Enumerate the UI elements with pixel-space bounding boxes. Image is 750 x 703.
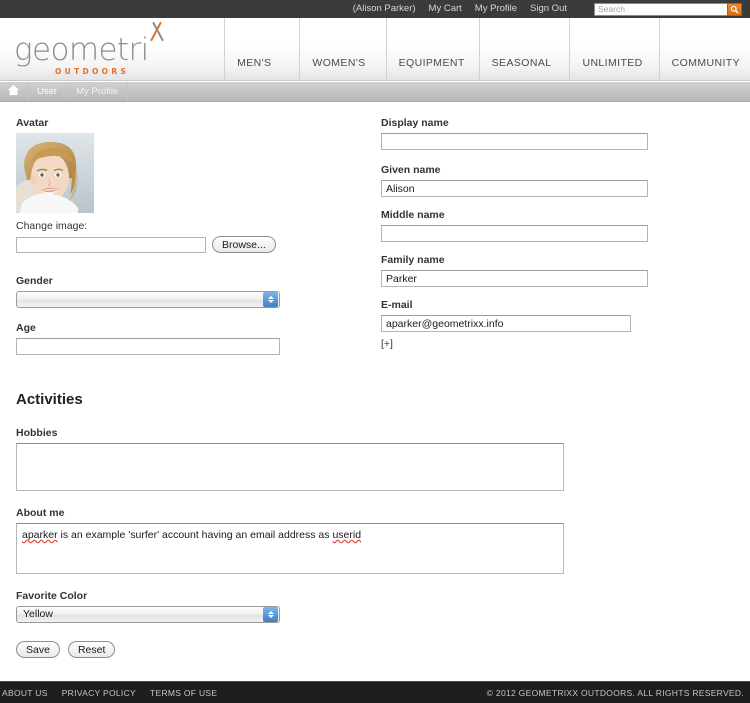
main-navigation: MEN'S WOMEN'S EQUIPMENT SEASONAL UNLIMIT… — [224, 18, 750, 81]
given-name-input[interactable] — [381, 180, 648, 197]
top-utility-bar: (Alison Parker) My Cart My Profile Sign … — [0, 0, 750, 18]
breadcrumb: User My Profile — [0, 82, 750, 102]
about-me-text-body: is an example 'surfer' account having an… — [57, 529, 333, 541]
search-button[interactable] — [727, 2, 742, 16]
nav-item-mens[interactable]: MEN'S — [224, 18, 299, 81]
brand-logo-x-mark — [149, 21, 168, 60]
given-name-label: Given name — [381, 164, 441, 176]
change-image-label: Change image: — [16, 220, 88, 232]
form-actions: Save Reset — [16, 641, 116, 658]
gender-field: Gender — [16, 275, 281, 308]
breadcrumb-home-button[interactable] — [0, 82, 28, 101]
current-user-label[interactable]: (Alison Parker) — [353, 4, 416, 14]
email-field: E-mail [+] — [381, 299, 651, 352]
footer-link-about-us[interactable]: ABOUT US — [2, 688, 48, 698]
age-input[interactable] — [16, 338, 280, 355]
favorite-color-field: Favorite Color Yellow — [16, 590, 281, 623]
display-name-input[interactable] — [381, 133, 648, 150]
avatar-field: Avatar Change image: Browse... — [16, 117, 281, 253]
avatar — [16, 133, 94, 213]
magnifier-icon — [730, 5, 739, 14]
family-name-input[interactable] — [381, 270, 648, 287]
middle-name-label: Middle name — [381, 209, 445, 221]
search-input[interactable] — [594, 2, 727, 16]
site-footer: ABOUT US PRIVACY POLICY TERMS OF USE © 2… — [0, 681, 750, 703]
activities-heading: Activities — [16, 391, 83, 408]
nav-label: COMMUNITY — [671, 57, 740, 69]
hobbies-label: Hobbies — [16, 427, 58, 439]
nav-label: EQUIPMENT — [398, 57, 465, 69]
sign-out-link[interactable]: Sign Out — [530, 4, 567, 14]
nav-item-seasonal[interactable]: SEASONAL — [478, 18, 570, 81]
nav-item-unlimited[interactable]: UNLIMITED — [569, 18, 658, 81]
footer-copyright: © 2012 GEOMETRIXX OUTDOORS. ALL RIGHTS R… — [486, 687, 744, 698]
reset-button[interactable]: Reset — [67, 641, 116, 658]
footer-links: ABOUT US PRIVACY POLICY TERMS OF USE — [0, 688, 217, 698]
search-box — [594, 2, 742, 16]
footer-link-terms-of-use[interactable]: TERMS OF USE — [150, 688, 217, 698]
form-left-column: Avatar Change image: Browse... Gender Ag… — [16, 117, 281, 369]
middle-name-field: Middle name — [381, 209, 651, 242]
add-email-link[interactable]: [+] — [381, 338, 393, 350]
nav-label: WOMEN'S — [312, 57, 366, 69]
breadcrumb-item-my-profile[interactable]: My Profile — [67, 82, 129, 101]
page-root: (Alison Parker) My Cart My Profile Sign … — [0, 0, 750, 703]
middle-name-input[interactable] — [381, 225, 648, 242]
brand-logo-wordmark: geometri — [14, 21, 174, 68]
save-button[interactable]: Save — [16, 641, 60, 658]
gender-label: Gender — [16, 275, 53, 287]
gender-select[interactable] — [16, 291, 280, 308]
about-me-text-userword: aparker — [22, 529, 58, 541]
brand-tagline: OUTDOORS — [55, 67, 130, 76]
email-label: E-mail — [381, 299, 413, 311]
hobbies-textarea[interactable] — [16, 443, 564, 491]
stepper-arrows-icon[interactable] — [263, 607, 278, 622]
nav-item-community[interactable]: COMMUNITY — [658, 18, 750, 81]
breadcrumb-item-user[interactable]: User — [28, 82, 68, 101]
about-me-field: About me aparker is an example 'surfer' … — [16, 507, 564, 574]
file-upload-row: Browse... — [16, 236, 281, 253]
my-profile-link[interactable]: My Profile — [475, 4, 517, 14]
nav-item-equipment[interactable]: EQUIPMENT — [385, 18, 479, 81]
email-input[interactable] — [381, 315, 631, 332]
favorite-color-label: Favorite Color — [16, 590, 88, 602]
given-name-field: Given name — [381, 164, 651, 197]
display-name-field: Display name — [381, 117, 651, 150]
form-right-column: Display name Given name Middle name Fami… — [381, 117, 651, 352]
profile-form: Avatar Change image: Browse... Gender Ag… — [0, 103, 750, 681]
favorite-color-select-value: Yellow — [23, 608, 53, 620]
footer-link-privacy-policy[interactable]: PRIVACY POLICY — [62, 688, 136, 698]
nav-label: SEASONAL — [491, 57, 552, 69]
top-utility-links: (Alison Parker) My Cart My Profile Sign … — [353, 2, 742, 16]
avatar-file-input[interactable] — [16, 236, 206, 253]
my-cart-link[interactable]: My Cart — [429, 4, 462, 14]
browse-button[interactable]: Browse... — [212, 236, 276, 253]
family-name-label: Family name — [381, 254, 445, 266]
about-me-text-useridword: userid — [332, 529, 362, 541]
brand-logo[interactable]: geometri OUTDOORS — [14, 21, 174, 76]
brand-name-text: geometri — [14, 32, 149, 68]
avatar-label: Avatar — [16, 117, 49, 129]
nav-label: MEN'S — [237, 57, 272, 69]
about-me-label: About me — [16, 507, 65, 519]
age-field: Age — [16, 322, 281, 355]
age-label: Age — [16, 322, 36, 334]
favorite-color-select[interactable]: Yellow — [16, 606, 280, 623]
nav-item-womens[interactable]: WOMEN'S — [299, 18, 385, 81]
site-header: geometri OUTDOORS MEN'S WOMEN'S EQUIPMEN… — [0, 18, 750, 81]
home-icon — [7, 83, 20, 101]
stepper-arrows-icon[interactable] — [263, 292, 278, 307]
nav-label: UNLIMITED — [582, 57, 643, 69]
hobbies-field: Hobbies — [16, 427, 564, 491]
about-me-textarea[interactable]: aparker is an example 'surfer' account h… — [16, 523, 564, 574]
family-name-field: Family name — [381, 254, 651, 287]
display-name-label: Display name — [381, 117, 449, 129]
